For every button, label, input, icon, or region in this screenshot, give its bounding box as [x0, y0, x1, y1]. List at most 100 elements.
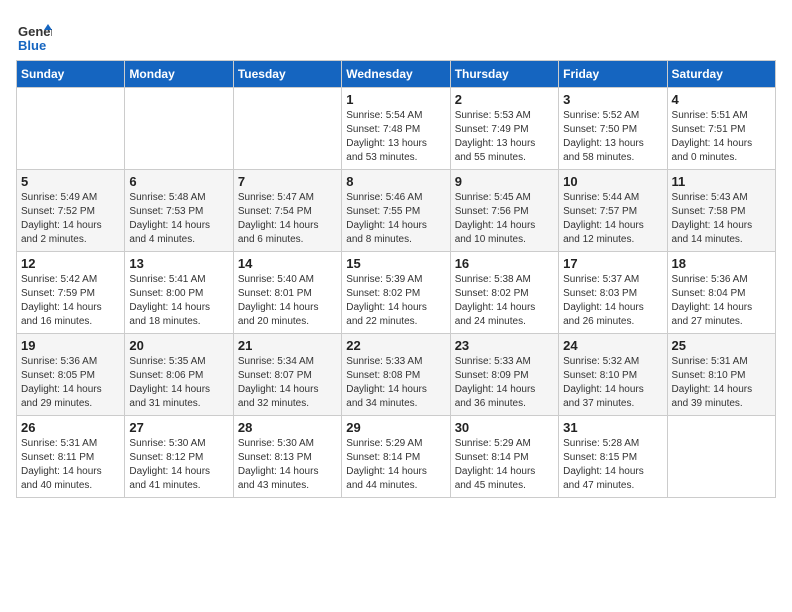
day-info: Sunrise: 5:40 AM Sunset: 8:01 PM Dayligh…: [238, 273, 337, 329]
day-info: Sunrise: 5:31 AM Sunset: 8:10 PM Dayligh…: [672, 355, 771, 411]
day-number: 28: [238, 420, 337, 435]
calendar-cell: 30 Sunrise: 5:29 AM Sunset: 8:14 PM Dayli…: [450, 416, 558, 498]
day-number: 16: [455, 256, 554, 271]
day-number: 27: [129, 420, 228, 435]
day-number: 2: [455, 92, 554, 107]
calendar-cell: 3 Sunrise: 5:52 AM Sunset: 7:50 PM Daylig…: [559, 88, 667, 170]
day-info: Sunrise: 5:33 AM Sunset: 8:08 PM Dayligh…: [346, 355, 445, 411]
day-number: 1: [346, 92, 445, 107]
header: General Blue: [16, 16, 776, 52]
day-number: 7: [238, 174, 337, 189]
weekday-header: Monday: [125, 61, 233, 88]
calendar-cell: [17, 88, 125, 170]
calendar-cell: [233, 88, 341, 170]
calendar-cell: 7 Sunrise: 5:47 AM Sunset: 7:54 PM Daylig…: [233, 170, 341, 252]
day-info: Sunrise: 5:41 AM Sunset: 8:00 PM Dayligh…: [129, 273, 228, 329]
day-info: Sunrise: 5:54 AM Sunset: 7:48 PM Dayligh…: [346, 109, 445, 165]
calendar-cell: 1 Sunrise: 5:54 AM Sunset: 7:48 PM Daylig…: [342, 88, 450, 170]
calendar-cell: 31 Sunrise: 5:28 AM Sunset: 8:15 PM Dayli…: [559, 416, 667, 498]
logo: General Blue: [16, 16, 52, 52]
day-number: 18: [672, 256, 771, 271]
weekday-header: Saturday: [667, 61, 775, 88]
weekday-header: Tuesday: [233, 61, 341, 88]
calendar: SundayMondayTuesdayWednesdayThursdayFrid…: [16, 60, 776, 498]
calendar-cell: 23Sunrise: 5:33 AM Sunset: 8:09 PM Dayli…: [450, 334, 558, 416]
weekday-header: Friday: [559, 61, 667, 88]
calendar-cell: 6 Sunrise: 5:48 AM Sunset: 7:53 PM Daylig…: [125, 170, 233, 252]
day-info: Sunrise: 5:37 AM Sunset: 8:03 PM Dayligh…: [563, 273, 662, 329]
weekday-header-row: SundayMondayTuesdayWednesdayThursdayFrid…: [17, 61, 776, 88]
calendar-cell: 24 Sunrise: 5:32 AM Sunset: 8:10 PM Dayli…: [559, 334, 667, 416]
day-number: 31: [563, 420, 662, 435]
calendar-cell: 26 Sunrise: 5:31 AM Sunset: 8:11 PM Dayli…: [17, 416, 125, 498]
calendar-cell: [667, 416, 775, 498]
day-number: 6: [129, 174, 228, 189]
day-number: 8: [346, 174, 445, 189]
calendar-cell: 12 Sunrise: 5:42 AM Sunset: 7:59 PM Dayli…: [17, 252, 125, 334]
calendar-cell: 2 Sunrise: 5:53 AM Sunset: 7:49 PM Daylig…: [450, 88, 558, 170]
day-info: Sunrise: 5:36 AM Sunset: 8:05 PM Dayligh…: [21, 355, 120, 411]
day-info: Sunrise: 5:42 AM Sunset: 7:59 PM Dayligh…: [21, 273, 120, 329]
calendar-week-row: 26 Sunrise: 5:31 AM Sunset: 8:11 PM Dayli…: [17, 416, 776, 498]
day-info: Sunrise: 5:36 AM Sunset: 8:04 PM Dayligh…: [672, 273, 771, 329]
day-number: 20: [129, 338, 228, 353]
day-info: Sunrise: 5:32 AM Sunset: 8:10 PM Dayligh…: [563, 355, 662, 411]
calendar-cell: 27 Sunrise: 5:30 AM Sunset: 8:12 PM Dayli…: [125, 416, 233, 498]
day-number: 12: [21, 256, 120, 271]
day-info: Sunrise: 5:35 AM Sunset: 8:06 PM Dayligh…: [129, 355, 228, 411]
day-info: Sunrise: 5:38 AM Sunset: 8:02 PM Dayligh…: [455, 273, 554, 329]
day-number: 19: [21, 338, 120, 353]
day-number: 10: [563, 174, 662, 189]
day-number: 3: [563, 92, 662, 107]
calendar-week-row: 1 Sunrise: 5:54 AM Sunset: 7:48 PM Daylig…: [17, 88, 776, 170]
day-info: Sunrise: 5:48 AM Sunset: 7:53 PM Dayligh…: [129, 191, 228, 247]
day-info: Sunrise: 5:28 AM Sunset: 8:15 PM Dayligh…: [563, 437, 662, 493]
day-number: 30: [455, 420, 554, 435]
calendar-week-row: 12 Sunrise: 5:42 AM Sunset: 7:59 PM Dayli…: [17, 252, 776, 334]
calendar-cell: 29 Sunrise: 5:29 AM Sunset: 8:14 PM Dayli…: [342, 416, 450, 498]
day-info: Sunrise: 5:52 AM Sunset: 7:50 PM Dayligh…: [563, 109, 662, 165]
calendar-cell: 10Sunrise: 5:44 AM Sunset: 7:57 PM Dayli…: [559, 170, 667, 252]
day-info: Sunrise: 5:29 AM Sunset: 8:14 PM Dayligh…: [346, 437, 445, 493]
day-number: 21: [238, 338, 337, 353]
calendar-week-row: 19 Sunrise: 5:36 AM Sunset: 8:05 PM Dayli…: [17, 334, 776, 416]
day-number: 4: [672, 92, 771, 107]
day-number: 11: [672, 174, 771, 189]
day-info: Sunrise: 5:47 AM Sunset: 7:54 PM Dayligh…: [238, 191, 337, 247]
weekday-header: Sunday: [17, 61, 125, 88]
day-info: Sunrise: 5:30 AM Sunset: 8:13 PM Dayligh…: [238, 437, 337, 493]
calendar-week-row: 5Sunrise: 5:49 AM Sunset: 7:52 PM Daylig…: [17, 170, 776, 252]
day-info: Sunrise: 5:39 AM Sunset: 8:02 PM Dayligh…: [346, 273, 445, 329]
day-info: Sunrise: 5:46 AM Sunset: 7:55 PM Dayligh…: [346, 191, 445, 247]
day-info: Sunrise: 5:49 AM Sunset: 7:52 PM Dayligh…: [21, 191, 120, 247]
day-number: 15: [346, 256, 445, 271]
day-info: Sunrise: 5:31 AM Sunset: 8:11 PM Dayligh…: [21, 437, 120, 493]
day-number: 29: [346, 420, 445, 435]
day-info: Sunrise: 5:43 AM Sunset: 7:58 PM Dayligh…: [672, 191, 771, 247]
calendar-cell: 5Sunrise: 5:49 AM Sunset: 7:52 PM Daylig…: [17, 170, 125, 252]
calendar-cell: 19 Sunrise: 5:36 AM Sunset: 8:05 PM Dayli…: [17, 334, 125, 416]
calendar-cell: 21Sunrise: 5:34 AM Sunset: 8:07 PM Dayli…: [233, 334, 341, 416]
day-info: Sunrise: 5:33 AM Sunset: 8:09 PM Dayligh…: [455, 355, 554, 411]
calendar-cell: 9 Sunrise: 5:45 AM Sunset: 7:56 PM Daylig…: [450, 170, 558, 252]
calendar-cell: 15 Sunrise: 5:39 AM Sunset: 8:02 PM Dayli…: [342, 252, 450, 334]
day-info: Sunrise: 5:51 AM Sunset: 7:51 PM Dayligh…: [672, 109, 771, 165]
day-info: Sunrise: 5:53 AM Sunset: 7:49 PM Dayligh…: [455, 109, 554, 165]
day-number: 22: [346, 338, 445, 353]
day-number: 14: [238, 256, 337, 271]
calendar-cell: 11 Sunrise: 5:43 AM Sunset: 7:58 PM Dayli…: [667, 170, 775, 252]
calendar-cell: 8 Sunrise: 5:46 AM Sunset: 7:55 PM Daylig…: [342, 170, 450, 252]
calendar-cell: 20 Sunrise: 5:35 AM Sunset: 8:06 PM Dayli…: [125, 334, 233, 416]
calendar-cell: 16 Sunrise: 5:38 AM Sunset: 8:02 PM Dayli…: [450, 252, 558, 334]
weekday-header: Wednesday: [342, 61, 450, 88]
calendar-cell: 22 Sunrise: 5:33 AM Sunset: 8:08 PM Dayli…: [342, 334, 450, 416]
day-info: Sunrise: 5:45 AM Sunset: 7:56 PM Dayligh…: [455, 191, 554, 247]
calendar-cell: 14 Sunrise: 5:40 AM Sunset: 8:01 PM Dayli…: [233, 252, 341, 334]
logo-icon: General Blue: [16, 16, 52, 52]
day-info: Sunrise: 5:29 AM Sunset: 8:14 PM Dayligh…: [455, 437, 554, 493]
day-number: 26: [21, 420, 120, 435]
day-info: Sunrise: 5:30 AM Sunset: 8:12 PM Dayligh…: [129, 437, 228, 493]
day-number: 24: [563, 338, 662, 353]
weekday-header: Thursday: [450, 61, 558, 88]
day-number: 9: [455, 174, 554, 189]
